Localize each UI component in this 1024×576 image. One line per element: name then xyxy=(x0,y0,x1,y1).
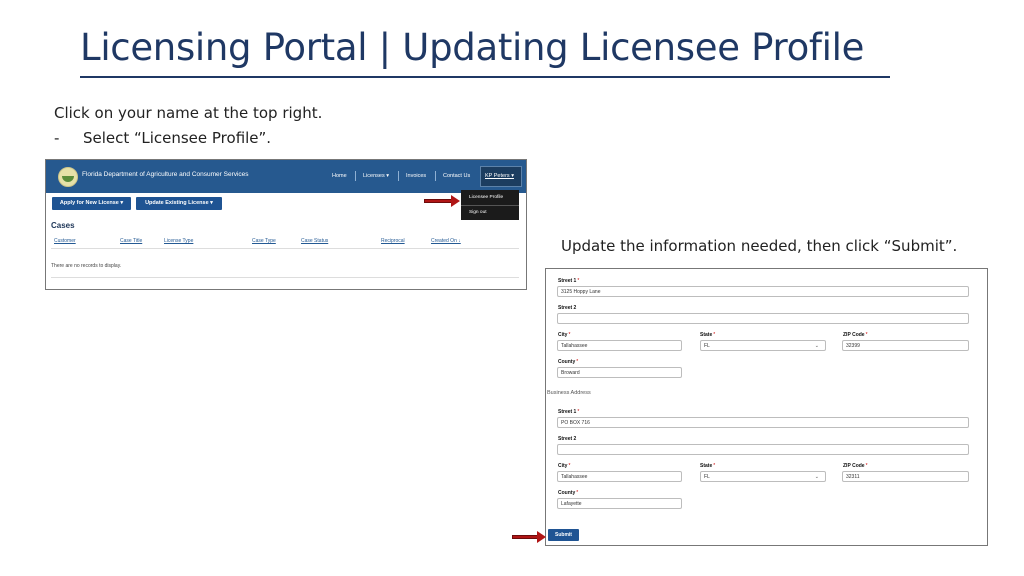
table-header-rule xyxy=(51,248,519,249)
bullet-dash: - xyxy=(54,129,60,147)
zip-label: ZIP Code* xyxy=(843,332,868,338)
street1-label: Street 1* xyxy=(558,278,580,284)
user-menu-label: KP Peters ▾ xyxy=(485,173,514,179)
portal-navbar: Florida Department of Agriculture and Co… xyxy=(46,160,526,193)
business-state-label: State* xyxy=(700,463,716,469)
apply-new-license-button[interactable]: Apply for New License ▾ xyxy=(52,197,131,210)
state-label: State* xyxy=(700,332,716,338)
nav-licenses[interactable]: Licenses ▾ xyxy=(363,173,389,179)
nav-contact-us[interactable]: Contact Us xyxy=(443,173,470,179)
county-field[interactable]: Broward xyxy=(557,367,682,378)
instruction-click-name: Click on your name at the top right. xyxy=(54,104,323,122)
user-menu-button[interactable]: KP Peters ▾ xyxy=(480,166,522,187)
update-existing-license-button[interactable]: Update Existing License ▾ xyxy=(136,197,222,210)
street1-field[interactable]: 3125 Hoppy Lane xyxy=(557,286,969,297)
fdacs-logo-icon xyxy=(58,167,78,187)
instruction-select-profile: - Select “Licensee Profile”. xyxy=(54,129,271,147)
business-city-label: City* xyxy=(558,463,571,469)
state-select-value: FL xyxy=(704,343,710,349)
menu-divider xyxy=(461,205,519,206)
column-license-type[interactable]: License Type xyxy=(164,238,193,244)
nav-divider xyxy=(398,171,399,181)
business-county-field[interactable]: Lafayette xyxy=(557,498,682,509)
state-select[interactable]: FL ⌄ xyxy=(700,340,826,351)
nav-divider xyxy=(355,171,356,181)
menu-item-sign-out[interactable]: Sign out xyxy=(469,210,487,215)
portal-home-screenshot: Florida Department of Agriculture and Co… xyxy=(45,159,527,290)
street2-label: Street 2 xyxy=(558,305,577,311)
column-created-on[interactable]: Created On ↓ xyxy=(431,238,461,244)
nav-home[interactable]: Home xyxy=(332,173,347,179)
chevron-down-icon: ⌄ xyxy=(814,474,819,480)
menu-item-licensee-profile[interactable]: Licensee Profile xyxy=(469,195,503,200)
column-case-status[interactable]: Case Status xyxy=(301,238,328,244)
column-case-title[interactable]: Case Title xyxy=(120,238,142,244)
business-street2-field[interactable] xyxy=(557,444,969,455)
nav-divider xyxy=(435,171,436,181)
city-field[interactable]: Tallahassee xyxy=(557,340,682,351)
city-label: City* xyxy=(558,332,571,338)
slide-title: Licensing Portal | Updating Licensee Pro… xyxy=(80,26,865,69)
business-city-field[interactable]: Tallahassee xyxy=(557,471,682,482)
submit-button[interactable]: Submit xyxy=(548,529,579,541)
chevron-down-icon: ⌄ xyxy=(814,343,819,349)
business-address-heading: Business Address xyxy=(547,390,591,396)
business-state-select[interactable]: FL ⌄ xyxy=(700,471,826,482)
street2-field[interactable] xyxy=(557,313,969,324)
business-street1-label: Street 1* xyxy=(558,409,580,415)
business-state-value: FL xyxy=(704,474,710,480)
county-label: County* xyxy=(558,359,579,365)
agency-name: Florida Department of Agriculture and Co… xyxy=(82,171,249,178)
instruction-select-profile-text: Select “Licensee Profile”. xyxy=(83,129,272,147)
business-zip-field[interactable]: 32311 xyxy=(842,471,969,482)
column-case-type[interactable]: Case Type xyxy=(252,238,276,244)
business-street2-label: Street 2 xyxy=(558,436,577,442)
column-customer[interactable]: Customer xyxy=(54,238,76,244)
empty-records-message: There are no records to display. xyxy=(51,263,122,269)
licensee-profile-form-screenshot: Street 1* 3125 Hoppy Lane Street 2 City*… xyxy=(545,268,988,546)
cases-heading: Cases xyxy=(51,221,75,230)
nav-invoices[interactable]: Invoices xyxy=(406,173,426,179)
business-zip-label: ZIP Code* xyxy=(843,463,868,469)
instruction-update-submit: Update the information needed, then clic… xyxy=(561,237,958,255)
table-bottom-rule xyxy=(51,277,519,278)
column-reciprocal[interactable]: Reciprocal xyxy=(381,238,405,244)
user-dropdown-menu: Licensee Profile Sign out xyxy=(461,190,519,220)
business-county-label: County* xyxy=(558,490,579,496)
business-street1-field[interactable]: PO BOX 716 xyxy=(557,417,969,428)
title-underline xyxy=(80,76,890,78)
zip-field[interactable]: 32399 xyxy=(842,340,969,351)
